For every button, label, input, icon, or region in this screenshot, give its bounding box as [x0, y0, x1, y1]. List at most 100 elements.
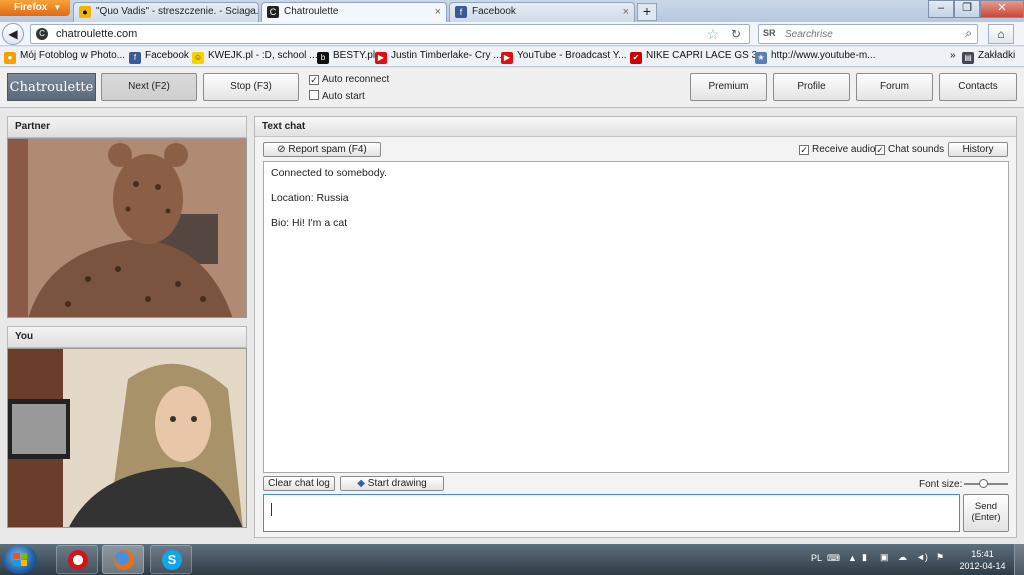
- skype-taskbar-button[interactable]: S: [150, 545, 192, 574]
- auto-start-checkbox[interactable]: Auto start: [309, 90, 365, 102]
- bookmarks-menu[interactable]: ▤ Zakładki: [962, 50, 1015, 64]
- url-bar[interactable]: C chatroulette.com ☆ ↻: [30, 24, 750, 44]
- profile-button[interactable]: Profile: [773, 73, 850, 101]
- premium-button[interactable]: Premium: [690, 73, 767, 101]
- back-arrow-icon[interactable]: ◀: [2, 23, 24, 45]
- start-button[interactable]: [3, 545, 37, 574]
- checkmark-icon[interactable]: ✓: [799, 145, 809, 155]
- slider-handle[interactable]: [979, 479, 988, 488]
- next-button[interactable]: Next (F2): [101, 73, 197, 101]
- opera-taskbar-button[interactable]: [56, 545, 98, 574]
- bookmark-item[interactable]: ☺ KWEJK.pl - :D, school ...: [192, 50, 317, 64]
- unchecked-box-icon[interactable]: [309, 90, 319, 100]
- checkmark-icon[interactable]: ✓: [875, 145, 885, 155]
- forum-button[interactable]: Forum: [856, 73, 933, 101]
- minimize-icon[interactable]: –: [928, 0, 954, 18]
- chevron-down-icon: ▼: [53, 3, 62, 12]
- you-panel-title: You: [7, 326, 247, 348]
- smiley-icon: ☺: [192, 52, 204, 64]
- receive-audio-label: Receive audio: [812, 144, 876, 155]
- tab-chatroulette[interactable]: C Chatroulette ×: [261, 2, 447, 22]
- history-button[interactable]: History: [948, 142, 1008, 157]
- firefox-menu-label: Firefox: [14, 2, 48, 13]
- action-center-flag-icon[interactable]: ⚑: [936, 552, 944, 563]
- contacts-button[interactable]: Contacts: [939, 73, 1017, 101]
- signal-icon[interactable]: ▮: [862, 552, 867, 563]
- taskbar-clock[interactable]: 15:41 2012-04-14: [955, 548, 1010, 572]
- pencil-icon: ◆: [357, 478, 365, 489]
- close-tab-icon[interactable]: ×: [435, 3, 441, 21]
- bookmark-label: KWEJK.pl - :D, school ...: [208, 50, 318, 61]
- maximize-icon[interactable]: ❐: [954, 0, 980, 18]
- chat-log[interactable]: Connected to somebody. Location: Russia …: [263, 161, 1009, 473]
- bookmark-item[interactable]: ▶ Justin Timberlake- Cry ...: [375, 50, 502, 64]
- block-icon: ⊘: [277, 144, 286, 155]
- font-size-slider[interactable]: [964, 479, 1008, 488]
- message-input[interactable]: [263, 494, 960, 532]
- stop-button[interactable]: Stop (F3): [203, 73, 299, 101]
- windows-logo-icon: [13, 553, 27, 566]
- tab-label: "Quo Vadis" - streszczenie. - Sciaga.pl: [96, 6, 259, 17]
- show-hidden-icons-icon[interactable]: ▲: [848, 553, 857, 563]
- site-identity-icon[interactable]: C: [36, 28, 48, 40]
- bookmark-item[interactable]: ★ http://www.youtube-m...: [755, 50, 876, 64]
- bookmarks-toolbar: ● Mój Fotoblog w Photo... f Facebook ☺ KWEJ…: [0, 47, 1024, 67]
- bookmark-star-icon[interactable]: ☆: [706, 26, 719, 43]
- close-window-icon[interactable]: ✕: [980, 0, 1024, 18]
- new-tab-button[interactable]: +: [637, 3, 657, 21]
- checkmark-icon[interactable]: ✓: [309, 75, 319, 85]
- send-button[interactable]: Send (Enter): [963, 494, 1009, 532]
- search-input[interactable]: [785, 27, 955, 41]
- weather-icon[interactable]: ☁: [898, 552, 907, 563]
- bookmarks-folder-icon: ▤: [962, 52, 974, 64]
- bookmark-label: Facebook: [145, 50, 189, 61]
- network-icon[interactable]: ▣: [880, 552, 889, 563]
- chat-message: Bio: Hi! I'm a cat: [271, 217, 348, 229]
- search-icon[interactable]: ⌕: [965, 26, 972, 41]
- auto-reconnect-checkbox[interactable]: ✓ Auto reconnect: [309, 74, 389, 85]
- keyboard-icon[interactable]: ⌨: [827, 553, 840, 564]
- chatroulette-logo[interactable]: Chatroulette: [7, 73, 96, 101]
- link-icon: ★: [755, 52, 767, 64]
- start-drawing-button[interactable]: ◆ Start drawing: [340, 476, 444, 491]
- chat-sounds-label: Chat sounds: [888, 144, 945, 155]
- reload-icon[interactable]: ↻: [731, 27, 741, 41]
- bookmark-item[interactable]: f Facebook: [129, 50, 189, 64]
- bookmark-item[interactable]: ✔ NIKE CAPRI LACE GS 3...: [630, 50, 765, 64]
- url-text[interactable]: chatroulette.com: [56, 28, 137, 40]
- firefox-taskbar-button[interactable]: [102, 545, 144, 574]
- clear-chat-log-button[interactable]: Clear chat log: [263, 476, 335, 491]
- youtube-icon: ▶: [375, 52, 387, 64]
- tab-facebook[interactable]: f Facebook ×: [449, 2, 635, 22]
- close-tab-icon[interactable]: ×: [247, 3, 253, 21]
- search-bar[interactable]: SR ⌕: [758, 24, 978, 44]
- opera-icon: [68, 550, 88, 570]
- bookmark-label: Mój Fotoblog w Photo...: [20, 50, 126, 61]
- receive-audio-checkbox[interactable]: ✓ Receive audio: [799, 144, 875, 155]
- firefox-icon: [114, 550, 134, 570]
- bookmark-item[interactable]: ● Mój Fotoblog w Photo...: [4, 50, 125, 64]
- language-indicator[interactable]: PL: [811, 553, 822, 563]
- firefox-menu-button[interactable]: Firefox ▼: [0, 0, 70, 16]
- bookmark-item[interactable]: b BESTY.pl: [317, 50, 375, 64]
- tab-sciaga[interactable]: ● "Quo Vadis" - streszczenie. - Sciaga.p…: [73, 2, 259, 22]
- windows-taskbar: S PL ⌨ ▲ ▮ ▣ ☁ ◄) ⚑ 15:41 2012-04-14: [0, 544, 1024, 575]
- bookmark-label: YouTube - Broadcast Y...: [517, 50, 627, 61]
- send-label: Send: [974, 501, 998, 512]
- report-spam-button[interactable]: ⊘ Report spam (F4): [263, 142, 381, 157]
- chat-message: Connected to somebody.: [271, 167, 387, 179]
- bookmark-item[interactable]: ▶ YouTube - Broadcast Y...: [501, 50, 627, 64]
- volume-icon[interactable]: ◄): [916, 552, 928, 562]
- text-chat-panel: Text chat ⊘ Report spam (F4) ✓ Receive au…: [254, 116, 1017, 538]
- facebook-favicon-icon: f: [455, 6, 467, 18]
- youtube-icon: ▶: [501, 52, 513, 64]
- chat-sounds-checkbox[interactable]: ✓ Chat sounds: [875, 144, 944, 155]
- search-engine-icon[interactable]: SR: [763, 28, 776, 38]
- home-icon[interactable]: ⌂: [988, 24, 1014, 44]
- show-desktop-button[interactable]: [1014, 544, 1024, 575]
- tab-label: Chatroulette: [284, 6, 339, 17]
- bookmarks-overflow-icon[interactable]: »: [950, 50, 956, 61]
- bookmark-label: BESTY.pl: [333, 50, 376, 61]
- font-size-label: Font size:: [919, 479, 963, 490]
- close-tab-icon[interactable]: ×: [623, 3, 629, 21]
